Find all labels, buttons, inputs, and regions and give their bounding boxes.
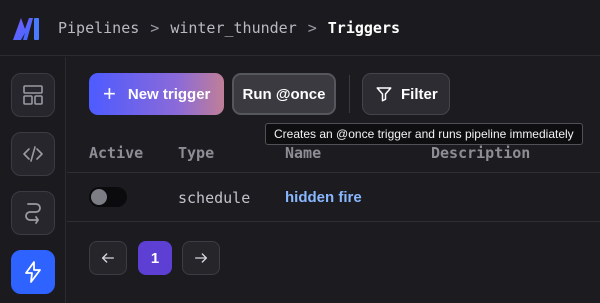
breadcrumb-separator: > <box>150 19 160 37</box>
run-once-button[interactable]: Run @once <box>232 73 336 115</box>
sidebar <box>0 57 66 303</box>
sidebar-item-overview[interactable] <box>11 73 55 117</box>
run-once-label: Run @once <box>242 85 326 103</box>
layout-icon <box>23 85 43 105</box>
page-button-current[interactable]: 1 <box>138 241 172 275</box>
new-trigger-label: New trigger <box>127 85 211 103</box>
sidebar-item-editor[interactable] <box>11 132 55 176</box>
route-icon <box>25 203 41 224</box>
sidebar-item-triggers[interactable] <box>11 250 55 294</box>
column-header-type: Type <box>178 144 215 162</box>
top-bar: Pipelines > winter_thunder > Triggers <box>0 0 600 56</box>
breadcrumb-separator: > <box>307 19 317 37</box>
breadcrumb-current: Triggers <box>327 19 401 37</box>
breadcrumb: Pipelines > winter_thunder > Triggers <box>58 19 400 37</box>
arrow-left-icon <box>102 253 114 263</box>
trigger-name-link[interactable]: hidden fire <box>285 189 362 206</box>
main-content: + New trigger Run @once Filter Active Ty… <box>67 57 600 303</box>
active-toggle[interactable] <box>89 187 127 207</box>
code-icon <box>23 146 43 162</box>
breadcrumb-pipeline-name[interactable]: winter_thunder <box>170 19 296 37</box>
trigger-type: schedule <box>178 189 251 207</box>
next-page-button[interactable] <box>182 241 220 275</box>
column-header-active: Active <box>89 144 144 162</box>
column-header-description: Description <box>431 144 531 162</box>
filter-icon <box>376 87 392 102</box>
toolbar-divider <box>349 75 350 113</box>
arrow-right-icon <box>195 253 207 263</box>
sidebar-item-runs[interactable] <box>11 191 55 235</box>
lightning-icon <box>25 261 41 283</box>
filter-button[interactable]: Filter <box>362 73 450 115</box>
mage-logo-icon[interactable] <box>12 17 40 41</box>
plus-icon: + <box>103 81 116 106</box>
new-trigger-button[interactable]: + New trigger <box>89 73 224 115</box>
column-header-name: Name <box>285 144 322 162</box>
table-row[interactable]: schedule hidden fire <box>67 174 600 222</box>
filter-label: Filter <box>401 85 438 103</box>
run-once-tooltip: Creates an @once trigger and runs pipeli… <box>265 123 583 145</box>
breadcrumb-pipelines[interactable]: Pipelines <box>58 19 139 37</box>
prev-page-button[interactable] <box>89 241 127 275</box>
toggle-knob <box>91 189 107 205</box>
